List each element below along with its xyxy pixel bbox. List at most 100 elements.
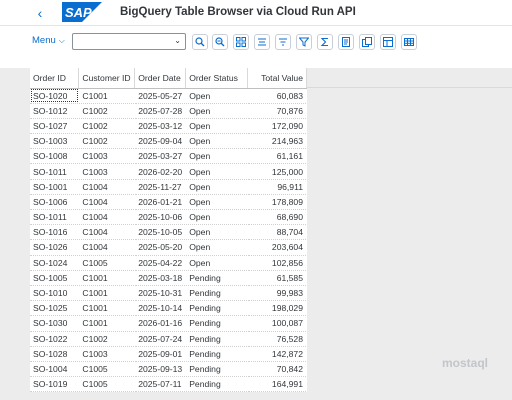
table-cell[interactable]: 203,604 [247, 239, 307, 256]
table-row[interactable]: SO-1006 C1004 2026-01-21 Open 178,809 [30, 194, 307, 211]
table-cell[interactable]: Open [185, 224, 249, 241]
table-cell[interactable]: SO-1019 [30, 376, 80, 393]
table-cell[interactable]: 99,983 [247, 285, 307, 302]
table-cell[interactable]: SO-1010 [30, 285, 80, 302]
table-cell[interactable]: C1002 [78, 103, 136, 119]
layout-icon[interactable] [380, 34, 396, 50]
table-row[interactable]: SO-1004 C1005 2025-09-13 Pending 70,842 [30, 361, 307, 378]
table-cell[interactable]: 2025-11-27 [134, 179, 187, 195]
table-cell[interactable]: SO-1028 [30, 346, 80, 362]
table-cell[interactable]: C1003 [78, 346, 136, 362]
table-cell[interactable]: 2025-05-27 [134, 88, 187, 104]
table-cell[interactable]: 76,528 [247, 331, 307, 347]
table-cell[interactable]: SO-1011 [30, 209, 80, 226]
table-cell[interactable]: SO-1030 [30, 315, 80, 332]
table-cell[interactable]: SO-1008 [30, 148, 80, 165]
table-cell[interactable]: SO-1020 [30, 88, 80, 104]
table-cell[interactable]: 88,704 [247, 224, 307, 241]
table-cell[interactable]: Open [185, 194, 249, 211]
table-cell[interactable]: Pending [185, 315, 249, 332]
table-cell[interactable]: 2025-09-04 [134, 133, 187, 150]
table-cell[interactable]: 70,876 [247, 103, 307, 119]
grid-icon[interactable] [401, 34, 417, 50]
table-row[interactable]: SO-1005 C1001 2025-03-18 Pending 61,585 [30, 270, 307, 286]
table-cell[interactable]: 2025-09-13 [134, 361, 187, 378]
table-cell[interactable]: SO-1026 [30, 239, 80, 256]
export-icon[interactable] [359, 34, 375, 50]
table-cell[interactable]: C1002 [78, 331, 136, 347]
table-row[interactable]: SO-1001 C1004 2025-11-27 Open 96,911 [30, 179, 307, 195]
table-cell[interactable]: Open [185, 103, 249, 119]
table-cell[interactable]: 100,087 [247, 315, 307, 332]
table-cell[interactable]: Open [185, 148, 249, 165]
table-cell[interactable]: 172,090 [247, 118, 307, 135]
table-cell[interactable]: C1004 [78, 194, 136, 211]
table-cell[interactable]: C1002 [78, 133, 136, 150]
table-row[interactable]: SO-1028 C1003 2025-09-01 Pending 142,872 [30, 346, 307, 362]
table-cell[interactable]: Pending [185, 346, 249, 362]
table-cell[interactable]: 2025-04-22 [134, 255, 187, 271]
table-cell[interactable]: Open [185, 255, 249, 271]
table-cell[interactable]: Pending [185, 270, 249, 286]
table-cell[interactable]: C1003 [78, 163, 136, 180]
sort-icon[interactable] [275, 34, 291, 50]
table-cell[interactable]: 2025-03-27 [134, 148, 187, 165]
table-cell[interactable]: C1004 [78, 239, 136, 256]
table-cell[interactable]: 68,690 [247, 209, 307, 226]
table-cell[interactable]: SO-1025 [30, 300, 80, 317]
table-row[interactable]: SO-1030 C1001 2026-01-16 Pending 100,087 [30, 315, 307, 332]
table-cell[interactable]: 2025-05-20 [134, 239, 187, 256]
column-header[interactable]: Order Date [134, 68, 187, 89]
table-cell[interactable]: 198,029 [247, 300, 307, 317]
table-cell[interactable]: 96,911 [247, 179, 307, 195]
table-cell[interactable]: SO-1006 [30, 194, 80, 211]
table-cell[interactable]: 2025-10-14 [134, 300, 187, 317]
table-cell[interactable]: 2025-03-12 [134, 118, 187, 135]
table-row[interactable]: SO-1011 C1003 2026-02-20 Open 125,000 [30, 163, 307, 180]
table-cell[interactable]: C1001 [78, 315, 136, 332]
table-row[interactable]: SO-1008 C1003 2025-03-27 Open 61,161 [30, 148, 307, 165]
table-cell[interactable]: C1003 [78, 148, 136, 165]
table-cell[interactable]: SO-1012 [30, 103, 80, 119]
table-cell[interactable]: 2025-10-06 [134, 209, 187, 226]
table-cell[interactable]: SO-1011 [30, 163, 80, 180]
table-cell[interactable]: C1005 [78, 376, 136, 393]
table-row[interactable]: SO-1022 C1002 2025-07-24 Pending 76,528 [30, 331, 307, 347]
table-cell[interactable]: C1001 [78, 270, 136, 286]
table-cell[interactable]: Open [185, 163, 249, 180]
table-cell[interactable]: Pending [185, 331, 249, 347]
table-cell[interactable]: 2026-01-16 [134, 315, 187, 332]
align-icon[interactable] [254, 34, 270, 50]
table-cell[interactable]: 2025-09-01 [134, 346, 187, 362]
table-cell[interactable]: C1001 [78, 88, 136, 104]
table-row[interactable]: SO-1027 C1002 2025-03-12 Open 172,090 [30, 118, 307, 135]
table-cell[interactable]: SO-1004 [30, 361, 80, 378]
back-chevron-icon[interactable]: ‹ [32, 5, 48, 21]
column-header[interactable]: Total Value [247, 68, 307, 89]
table-cell[interactable]: 60,083 [247, 88, 307, 104]
table-cell[interactable]: C1004 [78, 209, 136, 226]
table-cell[interactable]: Pending [185, 285, 249, 302]
table-row[interactable]: SO-1011 C1004 2025-10-06 Open 68,690 [30, 209, 307, 226]
table-cell[interactable]: 2026-01-21 [134, 194, 187, 211]
table-row[interactable]: SO-1019 C1005 2025-07-11 Pending 164,991 [30, 376, 307, 393]
table-cell[interactable]: Pending [185, 376, 249, 393]
table-cell[interactable]: Open [185, 118, 249, 135]
table-cell[interactable]: 61,161 [247, 148, 307, 165]
table-cell[interactable]: C1001 [78, 300, 136, 317]
table-cell[interactable]: 102,856 [247, 255, 307, 271]
table-cell[interactable]: 2026-02-20 [134, 163, 187, 180]
table-cell[interactable]: 70,842 [247, 361, 307, 378]
table-cell[interactable]: 178,809 [247, 194, 307, 211]
column-header[interactable]: Order ID [30, 68, 80, 89]
row-selector-strip[interactable] [0, 68, 30, 400]
table-cell[interactable]: 2025-07-28 [134, 103, 187, 119]
table-cell[interactable]: SO-1003 [30, 133, 80, 150]
table-cell[interactable]: 142,872 [247, 346, 307, 362]
table-cell[interactable]: 125,000 [247, 163, 307, 180]
table-cell[interactable]: C1004 [78, 224, 136, 241]
table-row[interactable]: SO-1016 C1004 2025-10-05 Open 88,704 [30, 224, 307, 241]
table-cell[interactable]: 2025-10-05 [134, 224, 187, 241]
table-cell[interactable]: 2025-07-11 [134, 376, 187, 393]
table-row[interactable]: SO-1003 C1002 2025-09-04 Open 214,963 [30, 133, 307, 150]
